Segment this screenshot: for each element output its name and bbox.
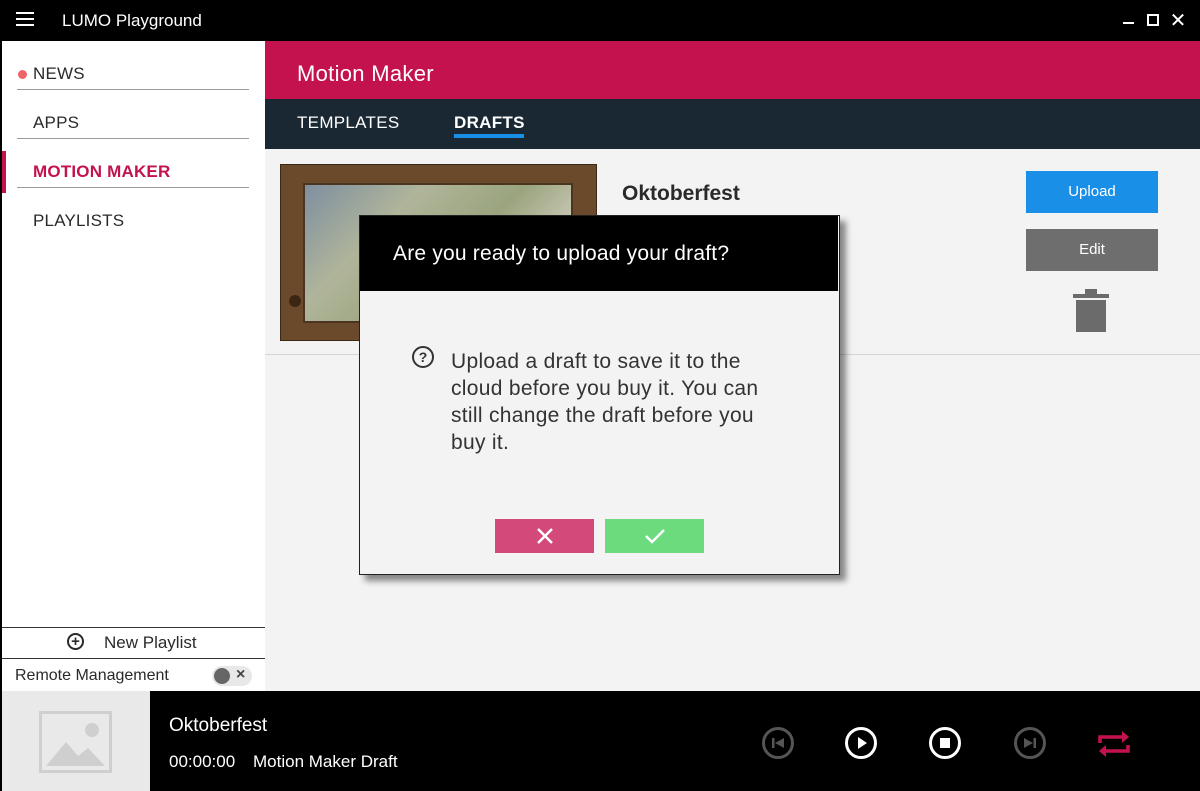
sidebar-item-label: APPS [33,113,80,132]
sidebar: NEWS APPS MOTION MAKER PLAYLISTS + New P… [2,41,265,691]
stop-button[interactable] [929,727,961,759]
sidebar-item-label: MOTION MAKER [33,162,171,181]
skip-previous-icon [772,738,784,748]
toggle-off-icon: × [236,666,246,683]
add-circle-icon: + [67,633,84,650]
tab-bar: TEMPLATES DRAFTS [265,99,1200,149]
remote-management-row: Remote Management × [2,658,265,691]
trash-icon[interactable] [1073,289,1109,333]
close-window-button[interactable]: ✕ [1166,8,1190,32]
tab-templates[interactable]: TEMPLATES [297,113,400,133]
image-placeholder-icon [39,711,112,773]
upload-confirm-dialog: Are you ready to upload your draft? ? Up… [359,215,840,575]
news-notification-dot [18,70,27,79]
sidebar-item-motion-maker[interactable]: MOTION MAKER [17,139,249,188]
track-artwork [2,691,150,791]
frame-knob [289,295,301,307]
question-icon: ? [412,346,434,368]
sidebar-item-apps[interactable]: APPS [17,90,249,139]
new-playlist-button[interactable]: + New Playlist [2,627,265,657]
previous-track-button[interactable] [762,727,794,759]
sidebar-item-playlists[interactable]: PLAYLISTS [17,188,249,237]
remote-management-label: Remote Management [15,667,169,684]
app-title: LUMO Playground [62,11,202,30]
draft-name: Oktoberfest [622,182,740,205]
track-time: 00:00:00 [169,752,236,771]
remote-management-toggle[interactable]: × [212,666,252,686]
dialog-message: Upload a draft to save it to the cloud b… [451,350,759,454]
track-title: Oktoberfest [169,715,268,736]
toggle-knob [214,668,230,684]
page-header: Motion Maker [265,41,1200,99]
active-indicator [2,151,6,193]
new-playlist-label: New Playlist [104,633,197,652]
dialog-header: Are you ready to upload your draft? [360,216,838,291]
next-track-button[interactable] [1014,727,1046,759]
edit-button[interactable]: Edit [1026,229,1158,271]
play-button[interactable] [845,727,877,759]
sidebar-item-news[interactable]: NEWS [17,41,249,90]
check-icon [644,529,665,544]
upload-button[interactable]: Upload [1026,171,1158,213]
dialog-title: Are you ready to upload your draft? [393,242,730,265]
repeat-icon [1098,731,1130,757]
tab-drafts[interactable]: DRAFTS [454,113,525,133]
minimize-icon [1122,22,1134,24]
tab-active-underline [454,134,524,138]
repeat-button[interactable] [1096,729,1132,759]
stop-icon [940,738,950,748]
minimize-button[interactable] [1116,8,1140,32]
hamburger-menu-icon[interactable] [16,12,34,28]
maximize-button[interactable] [1141,8,1165,32]
play-icon [858,737,867,749]
dialog-cancel-button[interactable] [495,519,594,553]
player-bar: Oktoberfest 00:00:00 Motion Maker Draft [0,691,1200,791]
title-bar: LUMO Playground ✕ [0,0,1200,41]
sidebar-item-label: NEWS [33,64,85,83]
sidebar-item-label: PLAYLISTS [33,211,125,230]
dialog-confirm-button[interactable] [605,519,704,553]
track-subtitle: Motion Maker Draft [253,752,398,771]
maximize-icon [1147,14,1159,26]
close-icon [536,528,553,544]
page-title: Motion Maker [297,61,434,86]
skip-next-icon [1024,738,1036,748]
